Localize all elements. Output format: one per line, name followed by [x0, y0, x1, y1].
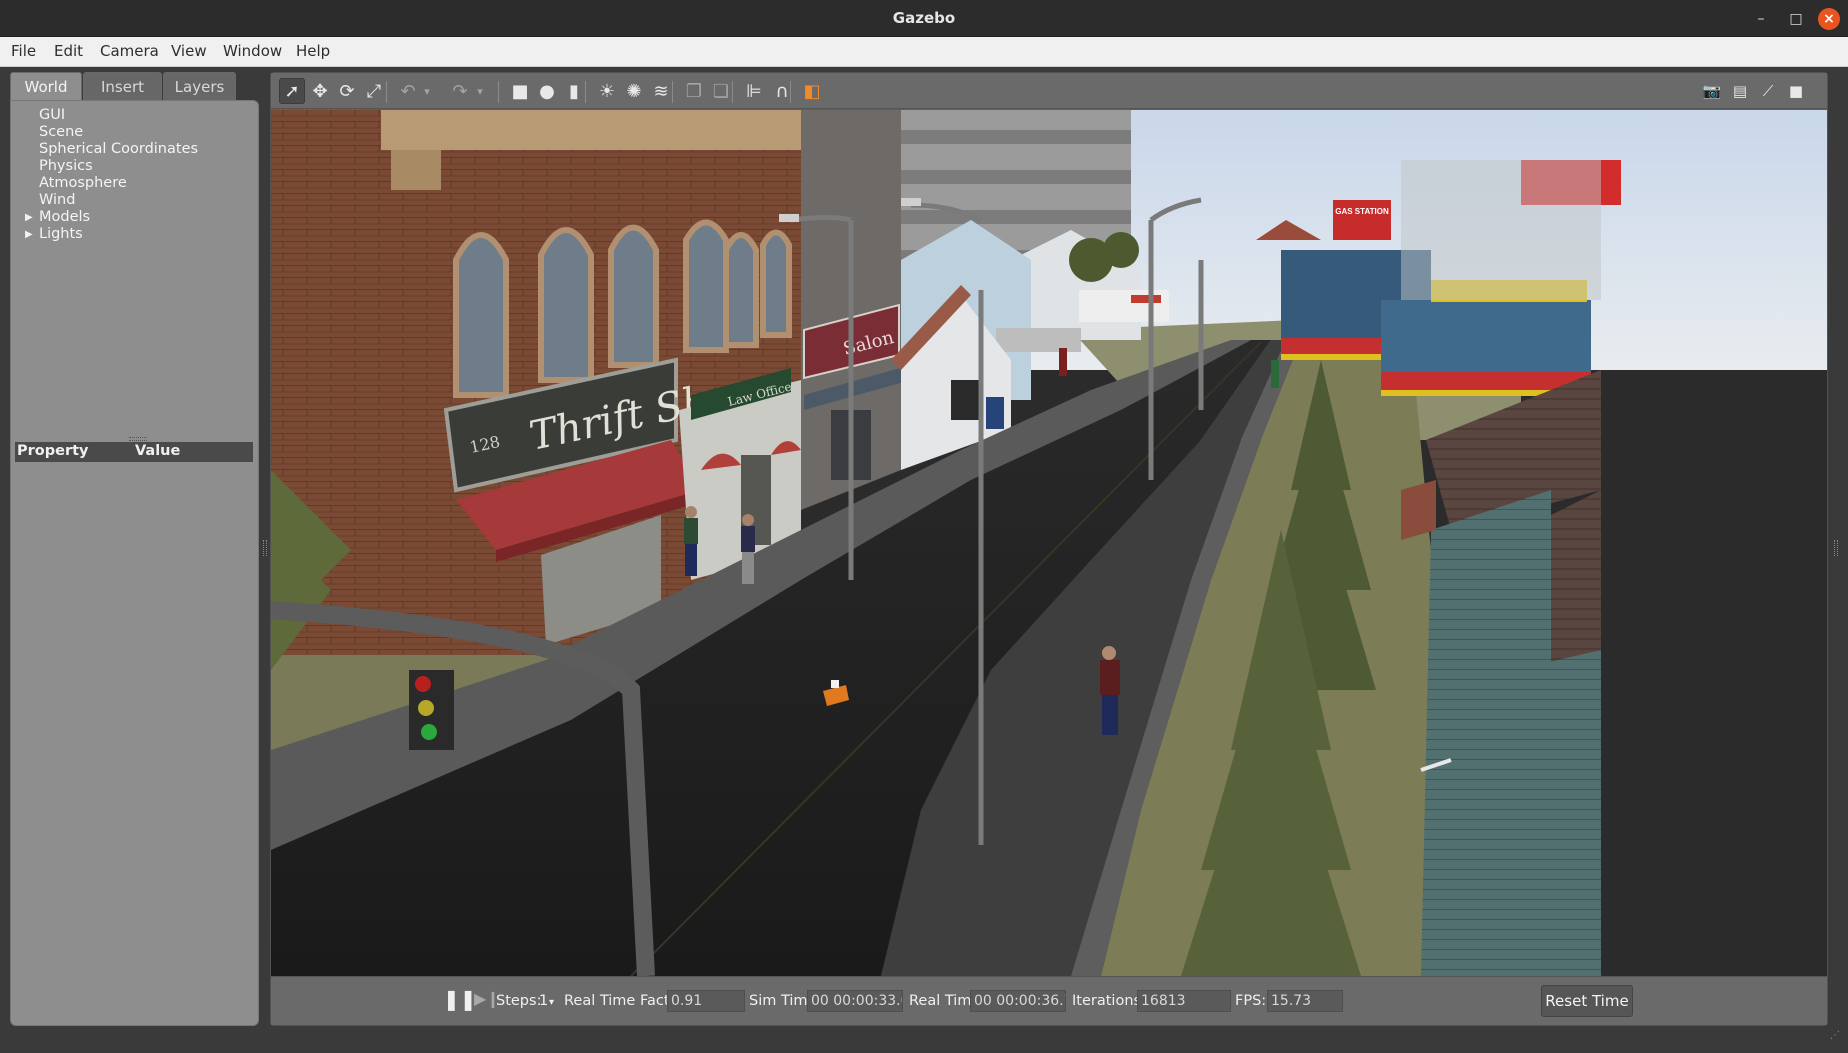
traffic-light-green [421, 724, 437, 740]
pedestrian-4 [1059, 348, 1067, 376]
gas-station-canopy-2 [1381, 300, 1591, 375]
real-time-field: 00 00:00:36.774 [970, 990, 1066, 1012]
property-column-header: Property [17, 443, 89, 459]
sphere-shape-icon[interactable]: ● [534, 78, 560, 104]
minimize-button[interactable]: – [1750, 8, 1772, 30]
tree-item-wind[interactable]: Wind [39, 192, 75, 208]
time-status-bar: ❚❚ ▶❙ Steps: 1 ▾ Real Time Factor: 0.91 … [271, 976, 1827, 1025]
world-panel: GUI Scene Spherical Coordinates Physics … [10, 100, 259, 1026]
3d-scene-view[interactable]: GAS STATION 128 Thrift Shop Law Office S… [271, 110, 1827, 976]
title-bar: Gazebo – □ × [0, 0, 1848, 37]
toolbar-separator [732, 81, 733, 103]
view-angle-icon[interactable]: ◧ [799, 78, 825, 104]
undo-history-icon[interactable]: ▾ [421, 78, 433, 104]
tab-insert[interactable]: Insert [83, 72, 162, 100]
redo-history-icon[interactable]: ▾ [474, 78, 486, 104]
align-icon[interactable]: ⊫ [741, 78, 767, 104]
porch-steps [1401, 480, 1436, 540]
tab-world[interactable]: World [10, 72, 82, 100]
translate-mode-icon[interactable]: ✥ [307, 78, 333, 104]
select-mode-icon[interactable]: ➚ [279, 78, 305, 104]
tab-layers[interactable]: Layers [163, 72, 236, 100]
tree-item-atmosphere[interactable]: Atmosphere [39, 175, 127, 191]
screenshot-icon[interactable]: 📷 [1699, 78, 1725, 104]
menu-camera[interactable]: Camera [100, 42, 159, 60]
tree-item-lights[interactable]: Lights [39, 226, 83, 242]
tree-item-physics[interactable]: Physics [39, 158, 93, 174]
traffic-light-yellow [418, 700, 434, 716]
cylinder-shape-icon[interactable]: ▮ [561, 78, 587, 104]
value-column-header: Value [135, 443, 181, 459]
copy-icon[interactable]: ❐ [681, 78, 707, 104]
gas-station-sign [1333, 200, 1391, 240]
tree-item-gui[interactable]: GUI [39, 107, 65, 123]
menu-view[interactable]: View [171, 42, 207, 60]
toolbar-separator [672, 81, 673, 103]
menu-bar: File Edit Camera View Window Help [0, 37, 1848, 67]
rotate-mode-icon[interactable]: ⟳ [334, 78, 360, 104]
toolbar-separator [585, 81, 586, 103]
tree-item-scene[interactable]: Scene [39, 124, 83, 140]
fps-label: FPS: [1235, 993, 1267, 1009]
reset-time-button[interactable]: Reset Time [1541, 985, 1633, 1017]
undo-icon[interactable]: ↶ [395, 78, 421, 104]
property-table-header: Property Value [15, 442, 253, 462]
fps-field: 15.73 [1267, 990, 1343, 1012]
box-shape-icon[interactable]: ■ [507, 78, 533, 104]
left-panel-tabs: World Insert Layers [10, 72, 259, 100]
render-toolbar: ➚ ✥ ⟳ ⤢ ↶ ▾ ↷ ▾ ■ ● ▮ ☀ ✺ ≋ ❐ ❏ ⊫ ∩ ◧ 📷 ▤ ⟋ ■ [271, 73, 1827, 109]
traffic-light-red [415, 676, 431, 692]
pause-icon[interactable]: ❚❚ [443, 987, 477, 1011]
expand-models-icon[interactable]: ▶ [25, 212, 33, 223]
iterations-field: 16813 [1137, 990, 1231, 1012]
steps-value[interactable]: 1 [539, 993, 548, 1009]
tree-item-spherical-coordinates[interactable]: Spherical Coordinates [39, 141, 198, 157]
maximize-button[interactable]: □ [1785, 8, 1807, 30]
mailbox [986, 397, 1004, 429]
expand-lights-icon[interactable]: ▶ [25, 229, 33, 240]
real-time-factor-field: 0.91 [667, 990, 745, 1012]
close-button[interactable]: × [1818, 8, 1840, 30]
redo-icon[interactable]: ↷ [447, 78, 473, 104]
window-title: Gazebo [892, 9, 956, 27]
render-panel: ➚ ✥ ⟳ ⤢ ↶ ▾ ↷ ▾ ■ ● ▮ ☀ ✺ ≋ ❐ ❏ ⊫ ∩ ◧ 📷 ▤ ⟋ ■ [270, 72, 1828, 1026]
left-panel: World Insert Layers GUI Scene Spherical … [10, 72, 259, 1026]
panel-splitter-handle[interactable] [129, 437, 147, 441]
menu-edit[interactable]: Edit [54, 42, 83, 60]
record-video-icon[interactable]: ■ [1783, 78, 1809, 104]
toolbar-separator [386, 81, 387, 103]
toolbar-separator [790, 81, 791, 103]
menu-window[interactable]: Window [223, 42, 282, 60]
scale-mode-icon[interactable]: ⤢ [361, 78, 387, 104]
spot-light-icon[interactable]: ✺ [621, 78, 647, 104]
pickup-truck [996, 328, 1081, 352]
toolbar-separator [498, 81, 499, 103]
right-splitter-handle[interactable] [1834, 540, 1838, 556]
gas-station-sign-text: GAS STATION [1335, 207, 1389, 216]
pedestrian-5 [1271, 360, 1279, 388]
iterations-label: Iterations: [1072, 993, 1146, 1009]
ambulance [1079, 290, 1169, 322]
directional-light-icon[interactable]: ≋ [648, 78, 674, 104]
sim-time-field: 00 00:00:33.626 [807, 990, 903, 1012]
plot-icon[interactable]: ⟋ [1755, 78, 1781, 104]
snap-icon[interactable]: ∩ [769, 78, 795, 104]
left-splitter-handle[interactable] [263, 540, 267, 556]
steps-spinner-icon[interactable]: ▾ [549, 997, 554, 1008]
menu-file[interactable]: File [11, 42, 36, 60]
point-light-icon[interactable]: ☀ [594, 78, 620, 104]
paste-icon[interactable]: ❏ [708, 78, 734, 104]
steps-label: Steps: [496, 993, 542, 1009]
tree-item-models[interactable]: Models [39, 209, 90, 225]
menu-help[interactable]: Help [296, 42, 330, 60]
resize-grip-icon[interactable]: ⋰ [1830, 1030, 1844, 1044]
log-icon[interactable]: ▤ [1727, 78, 1753, 104]
